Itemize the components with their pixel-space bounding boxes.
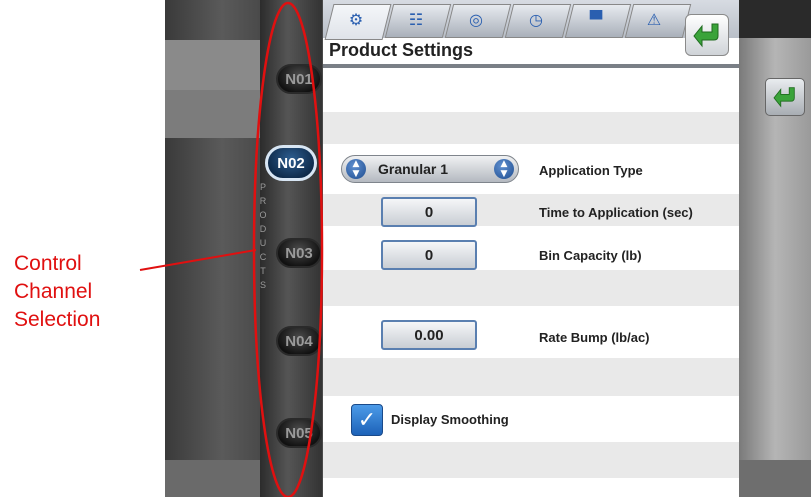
- product-button-n01[interactable]: N01: [276, 64, 322, 94]
- checkmark-icon: ✓: [357, 407, 377, 433]
- page-title: Product Settings: [329, 40, 474, 60]
- display-smoothing-label: Display Smoothing: [391, 412, 509, 427]
- planter-icon: ⚙: [348, 10, 364, 29]
- panel-row: [323, 68, 739, 112]
- annotation-line-2: Channel: [14, 280, 93, 303]
- rate-bump-label: Rate Bump (lb/ac): [539, 330, 650, 345]
- display-smoothing-checkbox[interactable]: ✓: [351, 404, 383, 436]
- panel-row: [323, 396, 739, 442]
- tab-bar: ⚙ ☷ ◎ ◷ ▀ ⚠: [323, 0, 739, 40]
- dropdown-up-down-icon: ▲ ▼: [346, 159, 366, 179]
- warning-icon: ⚠: [646, 10, 662, 29]
- product-button-n02[interactable]: N02: [265, 145, 317, 181]
- annotation-line-3: Selection: [14, 308, 101, 331]
- back-arrow-icon: [693, 23, 719, 48]
- search-icon: ◎: [469, 10, 483, 29]
- application-type-value: Granular 1: [378, 161, 449, 177]
- back-arrow-icon: [773, 87, 795, 108]
- product-button-n04[interactable]: N04: [276, 326, 322, 356]
- panel-row: [323, 442, 739, 478]
- panel-row: [323, 270, 739, 306]
- display-icon: ▀: [589, 10, 603, 29]
- rate-bump-input[interactable]: 0.00: [381, 320, 477, 350]
- product-button-n03[interactable]: N03: [276, 238, 322, 268]
- time-to-application-input[interactable]: 0: [381, 197, 477, 227]
- annotation-label: Control Channel Selection: [14, 250, 100, 334]
- status-bar: [739, 0, 811, 38]
- left-band: [165, 90, 260, 138]
- application-type-dropdown[interactable]: ▲ ▼ Granular 1 ▲ ▼: [341, 155, 519, 183]
- panel-row: [323, 358, 739, 396]
- left-band: [165, 40, 260, 92]
- right-band: [739, 460, 811, 497]
- right-margin: [739, 0, 811, 497]
- title-divider: [323, 64, 739, 68]
- bin-capacity-input[interactable]: 0: [381, 240, 477, 270]
- clock-icon: ◷: [529, 10, 543, 29]
- product-button-n05[interactable]: N05: [276, 418, 322, 448]
- bin-capacity-label: Bin Capacity (lb): [539, 248, 642, 263]
- panel-row: [323, 478, 739, 497]
- right-back-button[interactable]: [765, 78, 805, 116]
- panel-row: [323, 112, 739, 144]
- back-button[interactable]: [685, 14, 729, 56]
- annotation-line-1: Control: [14, 252, 82, 275]
- time-to-application-label: Time to Application (sec): [539, 205, 693, 220]
- product-settings-panel: ⚙ ☷ ◎ ◷ ▀ ⚠ Product Settings ▲ ▼ Granular…: [323, 0, 739, 497]
- application-type-label: Application Type: [539, 163, 643, 178]
- device-screen: PRODUCTS N01 N02 N03 N04 N05 ⚙ ☷ ◎ ◷ ▀ ⚠…: [165, 0, 811, 497]
- dropdown-up-down-icon: ▲ ▼: [494, 159, 514, 179]
- left-band: [165, 460, 260, 497]
- products-rail-label: PRODUCTS: [259, 182, 267, 290]
- sections-icon: ☷: [408, 10, 424, 29]
